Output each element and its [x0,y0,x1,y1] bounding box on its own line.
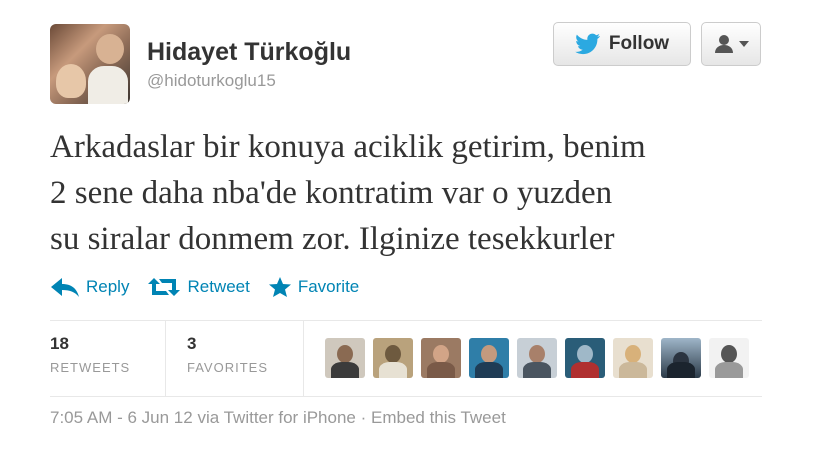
tweet-line: su siralar donmem zor. Ilginize tesekkur… [50,221,615,257]
chevron-down-icon [739,41,749,47]
meta-via: via [192,408,224,427]
tweet-time[interactable]: 7:05 AM [50,408,112,427]
user-dropdown-button[interactable] [701,22,761,66]
user-dropdown-icon [715,35,733,53]
divider [50,320,762,321]
embed-tweet-link[interactable]: Embed this Tweet [371,408,506,427]
retweets-count: 18 [50,334,69,353]
follow-label: Follow [608,33,670,54]
retweets-stat[interactable]: 18 RETWEETS [50,334,130,375]
favoriter-avatar[interactable] [469,338,509,378]
favoriter-avatars [325,338,749,378]
user-name[interactable]: Hidayet Türkoğlu [147,38,351,67]
favoriter-avatar[interactable] [661,338,701,378]
tweet-text: Arkadaslar bir konuya aciklik getirim, b… [50,124,810,262]
favoriter-avatar[interactable] [421,338,461,378]
meta-separator: · [355,408,371,427]
retweet-label: Retweet [187,277,250,296]
user-handle[interactable]: @hidoturkoglu15 [147,71,276,91]
retweets-label: RETWEETS [50,360,131,375]
favoriter-avatar[interactable] [517,338,557,378]
favoriter-avatar[interactable] [709,338,749,378]
favorite-button[interactable]: Favorite [268,276,359,298]
tweet-card: Hidayet Türkoğlu @hidoturkoglu15 Follow … [0,0,840,470]
stat-divider [165,321,166,396]
reply-label: Reply [86,277,130,296]
favorites-count: 3 [187,334,197,353]
tweet-line: Arkadaslar bir konuya aciklik getirim, b… [50,129,646,165]
divider [50,396,762,397]
favoriter-avatar[interactable] [565,338,605,378]
favoriter-avatar[interactable] [613,338,653,378]
reply-button[interactable]: Reply [50,276,129,298]
tweet-client-link[interactable]: Twitter for iPhone [224,408,356,427]
favorites-stat[interactable]: 3 FAVORITES [187,334,268,375]
avatar[interactable] [50,24,130,104]
favoriter-avatar[interactable] [325,338,365,378]
stat-divider [303,321,304,396]
reply-arrow-icon [51,278,79,297]
tweet-line: 2 sene daha nba'de kontratim var o yuzde… [50,175,613,211]
favoriter-avatar[interactable] [373,338,413,378]
twitter-bird-icon [575,33,600,55]
tweet-date[interactable]: 6 Jun 12 [127,408,192,427]
retweet-icon [148,278,181,296]
meta-separator: - [112,408,128,427]
retweet-button[interactable]: Retweet [147,276,250,298]
favorite-label: Favorite [297,277,360,296]
follow-button[interactable]: Follow [553,22,691,66]
favorites-label: FAVORITES [187,360,268,375]
star-icon [268,277,291,297]
tweet-meta: 7:05 AM - 6 Jun 12 via Twitter for iPhon… [50,408,506,428]
tweet-actions: Reply Retweet Favorite [50,274,377,300]
